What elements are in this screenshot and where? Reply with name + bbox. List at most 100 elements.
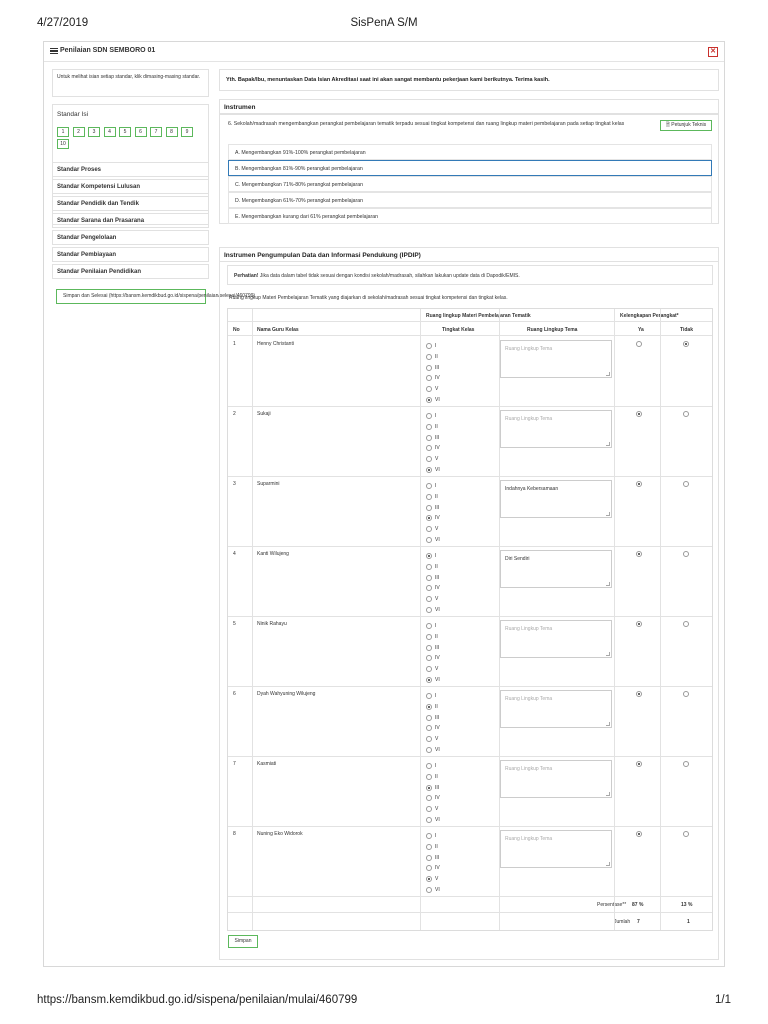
sidebar-item-standar-pendidik-dan-tendik[interactable]: Standar Pendidik dan Tendik (52, 196, 209, 211)
tidak-radio[interactable] (683, 761, 689, 767)
level-radio-vi[interactable] (426, 397, 432, 403)
sidebar-item-standar-pembiayaan[interactable]: Standar Pembiayaan (52, 247, 209, 262)
resize-handle[interactable] (606, 862, 610, 866)
tema-textarea[interactable]: Indahnya Kebersamaan (500, 480, 612, 518)
tidak-radio[interactable] (683, 411, 689, 417)
level-radio-iii[interactable] (426, 784, 432, 791)
level-radio-i[interactable] (426, 623, 432, 629)
level-radio-ii[interactable] (426, 703, 432, 710)
page-button-9[interactable]: 9 (181, 127, 193, 137)
ya-radio[interactable] (636, 551, 642, 557)
level-radio-ii[interactable] (426, 773, 432, 780)
ya-radio[interactable] (636, 411, 642, 417)
answer-option-b[interactable]: B. Mengembangkan 81%-90% perangkat pembe… (228, 160, 712, 176)
page-button-4[interactable]: 4 (103, 127, 116, 137)
level-radio-ii[interactable] (426, 563, 432, 570)
level-radio-i[interactable] (426, 483, 432, 489)
resize-handle[interactable] (606, 512, 610, 516)
level-radio-v[interactable] (426, 456, 432, 463)
tidak-radio[interactable] (683, 831, 689, 837)
sidebar-item-standar-pengelolaan[interactable]: Standar Pengelolaan (52, 230, 209, 245)
level-radio-v[interactable] (426, 666, 432, 673)
resize-handle[interactable] (606, 722, 610, 726)
level-radio-iv[interactable] (426, 515, 432, 522)
level-radio-v[interactable] (426, 736, 432, 743)
level-radio-v[interactable] (426, 876, 432, 883)
tema-textarea[interactable]: Ruang Lingkup Tema (500, 690, 612, 728)
close-icon[interactable]: ✕ (708, 47, 718, 57)
level-radio-v[interactable] (426, 806, 432, 813)
level-radio-ii[interactable] (426, 423, 432, 430)
resize-handle[interactable] (606, 652, 610, 656)
level-radio-v[interactable] (426, 526, 432, 533)
page-button-1[interactable]: 1 (57, 127, 69, 137)
level-radio-iii[interactable] (426, 644, 432, 651)
page-button-6[interactable]: 6 (134, 127, 147, 137)
resize-handle[interactable] (606, 582, 610, 586)
ya-radio[interactable] (636, 691, 642, 697)
level-radio-vi[interactable] (426, 607, 432, 613)
level-radio-iv[interactable] (426, 795, 432, 802)
page-button-7[interactable]: 7 (150, 127, 162, 137)
tema-textarea[interactable]: Ruang Lingkup Tema (500, 340, 612, 378)
ya-radio[interactable] (636, 831, 642, 837)
sidebar-item-standar-isi[interactable]: Standar Isi (57, 111, 88, 118)
ya-radio[interactable] (636, 761, 642, 767)
level-radio-iii[interactable] (426, 434, 432, 441)
level-radio-ii[interactable] (426, 843, 432, 850)
tema-textarea[interactable]: Ruang Lingkup Tema (500, 410, 612, 448)
tidak-radio[interactable] (683, 341, 689, 347)
sidebar-item-standar-kompetensi-lulusan[interactable]: Standar Kompetensi Lulusan (52, 179, 209, 194)
level-radio-i[interactable] (426, 833, 432, 839)
level-radio-iv[interactable] (426, 375, 432, 382)
level-radio-vi[interactable] (426, 537, 432, 543)
tema-textarea[interactable]: Diri Sendiri (500, 550, 612, 588)
resize-handle[interactable] (606, 372, 610, 376)
level-radio-ii[interactable] (426, 493, 432, 500)
page-button-2[interactable]: 2 (72, 127, 85, 137)
level-radio-iii[interactable] (426, 574, 432, 581)
level-radio-iv[interactable] (426, 865, 432, 872)
page-button-8[interactable]: 8 (165, 127, 178, 137)
tidak-radio[interactable] (683, 551, 689, 557)
sidebar-item-standar-sarana-dan-prasarana[interactable]: Standar Sarana dan Prasarana (52, 213, 209, 228)
level-radio-vi[interactable] (426, 677, 432, 683)
level-radio-i[interactable] (426, 413, 432, 419)
technical-guide-button[interactable]: 🗎 Petunjuk Teknis (660, 120, 712, 131)
page-button-10[interactable]: 10 (57, 139, 69, 149)
tema-textarea[interactable]: Ruang Lingkup Tema (500, 830, 612, 868)
level-radio-i[interactable] (426, 343, 432, 349)
ya-radio[interactable] (636, 621, 642, 627)
sidebar-item-standar-penilaian-pendidikan[interactable]: Standar Penilaian Pendidikan (52, 264, 209, 279)
sidebar-item-standar-proses[interactable]: Standar Proses (52, 162, 209, 177)
level-radio-iv[interactable] (426, 655, 432, 662)
page-button-5[interactable]: 5 (119, 127, 131, 137)
level-radio-ii[interactable] (426, 633, 432, 640)
level-radio-iii[interactable] (426, 714, 432, 721)
level-radio-v[interactable] (426, 596, 432, 603)
level-radio-vi[interactable] (426, 747, 432, 753)
ya-radio[interactable] (636, 481, 642, 487)
save-button[interactable]: Simpan (228, 935, 258, 948)
level-radio-iv[interactable] (426, 725, 432, 732)
level-radio-i[interactable] (426, 553, 432, 559)
save-and-finish-button[interactable]: Simpan dan Selesai (https://bansm.kemdik… (56, 289, 255, 304)
level-radio-iv[interactable] (426, 445, 432, 452)
level-radio-i[interactable] (426, 693, 432, 699)
answer-option-d[interactable]: D. Mengembangkan 61%-70% perangkat pembe… (228, 192, 712, 208)
answer-option-e[interactable]: E. Mengembangkan kurang dari 61% perangk… (228, 208, 712, 224)
level-radio-vi[interactable] (426, 467, 432, 473)
answer-option-c[interactable]: C. Mengembangkan 71%-80% perangkat pembe… (228, 176, 712, 192)
level-radio-iv[interactable] (426, 585, 432, 592)
level-radio-iii[interactable] (426, 504, 432, 511)
level-radio-vi[interactable] (426, 887, 432, 893)
tema-textarea[interactable]: Ruang Lingkup Tema (500, 760, 612, 798)
answer-option-a[interactable]: A. Mengembangkan 91%-100% perangkat pemb… (228, 144, 712, 160)
tidak-radio[interactable] (683, 621, 689, 627)
resize-handle[interactable] (606, 792, 610, 796)
level-radio-v[interactable] (426, 386, 432, 393)
ya-radio[interactable] (636, 341, 642, 347)
level-radio-i[interactable] (426, 763, 432, 769)
resize-handle[interactable] (606, 442, 610, 446)
tema-textarea[interactable]: Ruang Lingkup Tema (500, 620, 612, 658)
